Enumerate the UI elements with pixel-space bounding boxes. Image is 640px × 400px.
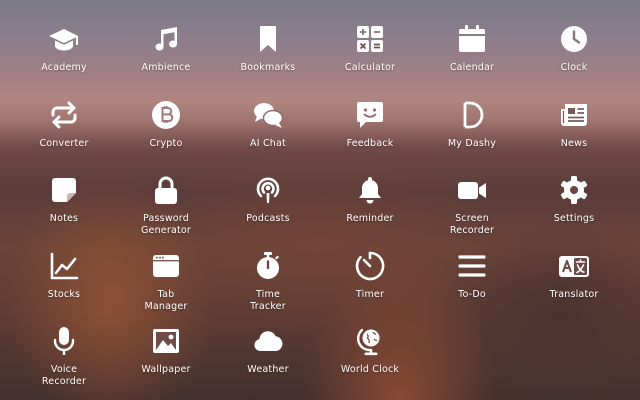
music-note-icon <box>149 22 183 56</box>
app-label: To-Do <box>458 289 486 300</box>
gear-icon <box>557 173 591 207</box>
podcast-icon <box>251 173 285 207</box>
app-calendar[interactable]: Calendar <box>424 22 520 74</box>
calendar-icon <box>455 22 489 56</box>
dashy-d-icon <box>455 98 489 132</box>
sticky-note-icon <box>47 173 81 207</box>
app-bookmarks[interactable]: Bookmarks <box>220 22 316 74</box>
app-reminder[interactable]: Reminder <box>322 173 418 225</box>
app-timer[interactable]: Timer <box>322 249 418 301</box>
app-label: Settings <box>553 213 595 224</box>
app-screen-recorder[interactable]: Screen Recorder <box>424 173 520 237</box>
app-label: Calendar <box>449 62 495 73</box>
app-label: Feedback <box>346 138 394 149</box>
app-label: My Dashy <box>447 138 497 149</box>
app-label: Bookmarks <box>240 62 296 73</box>
feedback-smile-icon <box>353 98 387 132</box>
app-label: Academy <box>41 62 87 73</box>
app-academy[interactable]: Academy <box>16 22 112 74</box>
image-icon <box>149 324 183 358</box>
globe-icon <box>353 324 387 358</box>
bookmark-icon <box>251 22 285 56</box>
app-news[interactable]: News <box>526 98 622 150</box>
app-label: Crypto <box>149 138 183 149</box>
timer-icon <box>353 249 387 283</box>
calculator-icon <box>353 22 387 56</box>
app-label: World Clock <box>340 364 400 375</box>
app-podcasts[interactable]: Podcasts <box>220 173 316 225</box>
app-label: Weather <box>247 364 289 375</box>
stock-chart-icon <box>47 249 81 283</box>
app-launcher-grid: Academy Ambience Bookmarks Calculator Ca… <box>0 0 640 400</box>
app-ambience[interactable]: Ambience <box>118 22 214 74</box>
app-translator[interactable]: Translator <box>526 249 622 301</box>
app-label: Timer <box>355 289 385 300</box>
cloud-icon <box>251 324 285 358</box>
bitcoin-icon <box>149 98 183 132</box>
padlock-icon <box>149 173 183 207</box>
app-clock[interactable]: Clock <box>526 22 622 74</box>
app-label: Clock <box>560 62 588 73</box>
app-ai-chat[interactable]: AI Chat <box>220 98 316 150</box>
bell-icon <box>353 173 387 207</box>
app-label: News <box>560 138 588 149</box>
app-settings[interactable]: Settings <box>526 173 622 225</box>
app-label: Reminder <box>346 213 394 224</box>
app-crypto[interactable]: Crypto <box>118 98 214 150</box>
app-tab-manager[interactable]: Tab Manager <box>118 249 214 313</box>
app-label: Converter <box>39 138 89 149</box>
translate-icon <box>557 249 591 283</box>
app-label: Translator <box>549 289 599 300</box>
app-label: Ambience <box>141 62 191 73</box>
app-label: Notes <box>49 213 79 224</box>
stopwatch-icon <box>251 249 285 283</box>
list-lines-icon <box>455 249 489 283</box>
app-calculator[interactable]: Calculator <box>322 22 418 74</box>
app-label: Calculator <box>344 62 396 73</box>
app-converter[interactable]: Converter <box>16 98 112 150</box>
app-label: Time Tracker <box>250 289 286 312</box>
microphone-icon <box>47 324 81 358</box>
browser-window-icon <box>149 249 183 283</box>
app-label: Screen Recorder <box>449 213 495 236</box>
converter-arrows-icon <box>47 98 81 132</box>
app-label: Wallpaper <box>141 364 191 375</box>
app-stocks[interactable]: Stocks <box>16 249 112 301</box>
app-world-clock[interactable]: World Clock <box>322 324 418 376</box>
app-wallpaper[interactable]: Wallpaper <box>118 324 214 376</box>
app-notes[interactable]: Notes <box>16 173 112 225</box>
chat-bubbles-icon <box>251 98 285 132</box>
app-to-do[interactable]: To-Do <box>424 249 520 301</box>
app-label: Stocks <box>47 289 81 300</box>
video-camera-icon <box>455 173 489 207</box>
app-my-dashy[interactable]: My Dashy <box>424 98 520 150</box>
app-label: Tab Manager <box>144 289 188 312</box>
clock-icon <box>557 22 591 56</box>
app-label: Password Generator <box>140 213 192 236</box>
app-password-generator[interactable]: Password Generator <box>118 173 214 237</box>
app-weather[interactable]: Weather <box>220 324 316 376</box>
newspaper-icon <box>557 98 591 132</box>
app-feedback[interactable]: Feedback <box>322 98 418 150</box>
graduation-cap-icon <box>47 22 81 56</box>
app-label: Voice Recorder <box>41 364 87 387</box>
app-label: Podcasts <box>246 213 290 224</box>
app-voice-recorder[interactable]: Voice Recorder <box>16 324 112 388</box>
app-time-tracker[interactable]: Time Tracker <box>220 249 316 313</box>
app-label: AI Chat <box>250 138 286 149</box>
